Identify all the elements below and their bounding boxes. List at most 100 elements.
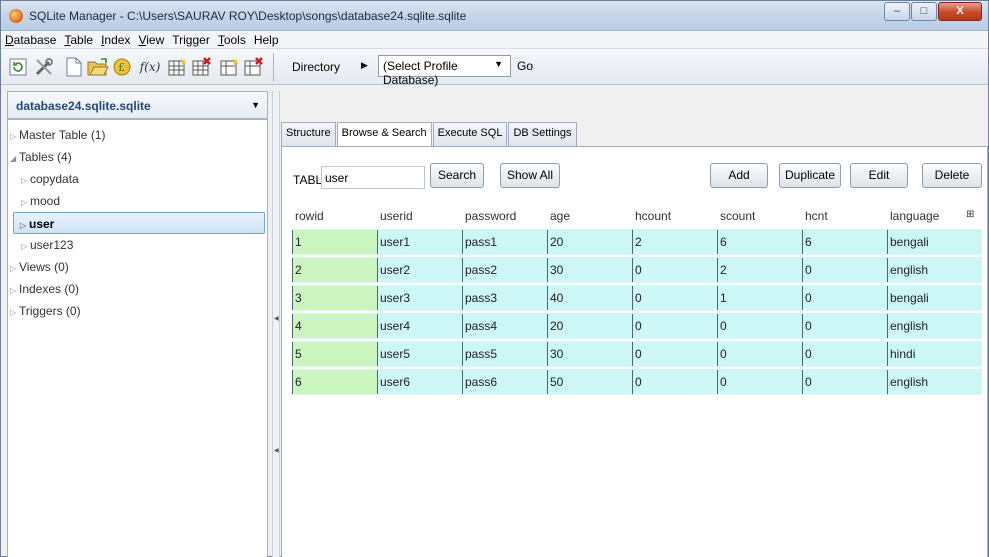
tree-item-tables-4[interactable]: ◢ Tables (4) [8, 146, 267, 168]
cell-language[interactable]: bengali [887, 230, 982, 254]
cell-language[interactable]: bengali [887, 286, 982, 310]
table-row[interactable]: 1 user1 pass1 20 2 6 6 bengali [292, 229, 982, 255]
profile-database-select[interactable]: (Select Profile Database) ▼ [378, 55, 511, 87]
cell-hcount[interactable]: 0 [632, 342, 717, 366]
delete-button[interactable]: Delete [922, 163, 982, 188]
cell-hcount[interactable]: 0 [632, 314, 717, 338]
cell-password[interactable]: pass6 [462, 370, 547, 394]
tab-db-settings[interactable]: DB Settings [508, 122, 577, 146]
tab-browse-search[interactable]: Browse & Search [336, 122, 432, 147]
pane-splitter[interactable]: ◀ ◀ [272, 91, 280, 557]
cell-language[interactable]: english [887, 314, 982, 338]
collapsed-triangle-icon[interactable]: ▷ [21, 176, 30, 185]
cell-rowid[interactable]: 6 [292, 370, 377, 394]
tree-item-triggers-0[interactable]: ▷ Triggers (0) [8, 300, 267, 322]
cell-userid[interactable]: user4 [377, 314, 462, 338]
tree-item-master-table-1[interactable]: ▷ Master Table (1) [8, 124, 267, 146]
cell-scount[interactable]: 6 [717, 230, 802, 254]
cell-language[interactable]: english [887, 258, 982, 282]
add-button[interactable]: Add [710, 163, 768, 188]
column-header-password[interactable]: password [465, 209, 516, 223]
cell-language[interactable]: hindi [887, 342, 982, 366]
drop-table-icon[interactable] [191, 56, 213, 78]
cell-age[interactable]: 30 [547, 342, 632, 366]
directory-arrow-icon[interactable]: ▶ [361, 60, 368, 71]
cell-hcnt[interactable]: 0 [802, 258, 887, 282]
table-row[interactable]: 6 user6 pass6 50 0 0 0 english [292, 369, 982, 395]
edit-button[interactable]: Edit [850, 163, 908, 188]
tab-structure[interactable]: Structure [281, 122, 336, 146]
table-row[interactable]: 2 user2 pass2 30 0 2 0 english [292, 257, 982, 283]
cell-userid[interactable]: user1 [377, 230, 462, 254]
cell-age[interactable]: 20 [547, 230, 632, 254]
cell-userid[interactable]: user2 [377, 258, 462, 282]
column-header-scount[interactable]: scount [720, 209, 755, 223]
cell-scount[interactable]: 0 [717, 342, 802, 366]
cell-scount[interactable]: 0 [717, 314, 802, 338]
collapsed-triangle-icon[interactable]: ▷ [10, 308, 19, 317]
database-select[interactable]: database24.sqlite.sqlite ▼ [7, 91, 268, 119]
cell-userid[interactable]: user6 [377, 370, 462, 394]
cell-age[interactable]: 50 [547, 370, 632, 394]
splitter-grip-icon[interactable]: ◀ [274, 315, 279, 322]
cell-rowid[interactable]: 3 [292, 286, 377, 310]
table-row[interactable]: 5 user5 pass5 30 0 0 0 hindi [292, 341, 982, 367]
cell-scount[interactable]: 2 [717, 258, 802, 282]
show-all-button[interactable]: Show All [500, 163, 560, 188]
collapsed-triangle-icon[interactable]: ▷ [21, 198, 30, 207]
column-header-userid[interactable]: userid [380, 209, 413, 223]
close-button[interactable]: X [938, 2, 982, 21]
cell-hcnt[interactable]: 0 [802, 342, 887, 366]
cell-rowid[interactable]: 1 [292, 230, 377, 254]
collapsed-triangle-icon[interactable]: ▷ [21, 242, 30, 251]
cell-hcount[interactable]: 0 [632, 286, 717, 310]
open-database-icon[interactable] [87, 56, 109, 78]
expanded-triangle-icon[interactable]: ◢ [10, 154, 19, 163]
cell-password[interactable]: pass2 [462, 258, 547, 282]
column-header-hcnt[interactable]: hcnt [805, 209, 828, 223]
maximize-button[interactable]: □ [911, 2, 937, 21]
minimize-button[interactable]: – [884, 2, 910, 21]
cell-password[interactable]: pass1 [462, 230, 547, 254]
tools-icon[interactable] [33, 56, 55, 78]
cell-password[interactable]: pass3 [462, 286, 547, 310]
menu-view[interactable]: View [138, 33, 164, 47]
cell-age[interactable]: 40 [547, 286, 632, 310]
cell-rowid[interactable]: 4 [292, 314, 377, 338]
collapsed-triangle-icon[interactable]: ▷ [10, 132, 19, 141]
cell-hcount[interactable]: 0 [632, 258, 717, 282]
tree-item-mood[interactable]: ▷ mood [8, 190, 267, 212]
create-index-icon[interactable] [219, 56, 241, 78]
column-header-language[interactable]: language [890, 209, 939, 223]
cell-rowid[interactable]: 2 [292, 258, 377, 282]
splitter-grip-icon[interactable]: ◀ [274, 447, 279, 454]
cell-language[interactable]: english [887, 370, 982, 394]
column-header-hcount[interactable]: hcount [635, 209, 671, 223]
table-name-input[interactable]: user [321, 166, 425, 189]
cell-hcount[interactable]: 2 [632, 230, 717, 254]
collapsed-triangle-icon[interactable]: ▷ [10, 264, 19, 273]
refresh-icon[interactable] [7, 56, 29, 78]
tree-item-user[interactable]: ▷ user [13, 212, 265, 234]
cell-hcnt[interactable]: 0 [802, 370, 887, 394]
cell-hcnt[interactable]: 6 [802, 230, 887, 254]
menu-trigger[interactable]: Trigger [172, 33, 210, 47]
column-header-rowid[interactable]: rowid [295, 209, 324, 223]
cell-scount[interactable]: 1 [717, 286, 802, 310]
cell-password[interactable]: pass5 [462, 342, 547, 366]
create-table-icon[interactable] [167, 56, 189, 78]
directory-label[interactable]: Directory [292, 60, 340, 74]
new-database-icon[interactable] [63, 56, 85, 78]
tree-item-indexes-0[interactable]: ▷ Indexes (0) [8, 278, 267, 300]
menu-index[interactable]: Index [101, 33, 130, 47]
cell-age[interactable]: 30 [547, 258, 632, 282]
column-header-age[interactable]: age [550, 209, 570, 223]
menu-table[interactable]: Table [64, 33, 93, 47]
table-row[interactable]: 4 user4 pass4 20 0 0 0 english [292, 313, 982, 339]
tree-item-user123[interactable]: ▷ user123 [8, 234, 267, 256]
collapsed-triangle-icon[interactable]: ▷ [10, 286, 19, 295]
cell-hcnt[interactable]: 0 [802, 286, 887, 310]
cell-age[interactable]: 20 [547, 314, 632, 338]
menu-tools[interactable]: Tools [218, 33, 246, 47]
tab-execute-sql[interactable]: Execute SQL [432, 122, 508, 146]
